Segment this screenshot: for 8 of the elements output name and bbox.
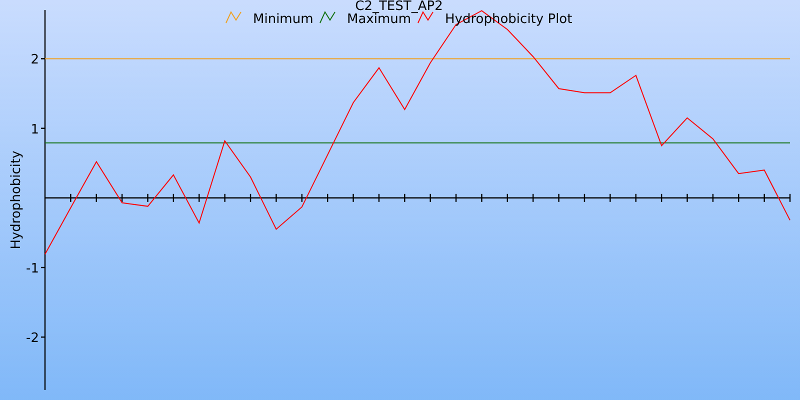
y-tick-label: 2 (30, 52, 39, 68)
y-tick-label: -2 (26, 331, 39, 346)
y-axis-title: Hydrophobicity (9, 150, 24, 250)
legend-label: Maximum (347, 12, 412, 27)
chart-title: C2_TEST_AP2 (355, 0, 443, 14)
y-tick-label: -1 (26, 262, 39, 276)
y-tick-label: 1 (30, 122, 39, 138)
legend-label: Minimum (253, 12, 314, 27)
